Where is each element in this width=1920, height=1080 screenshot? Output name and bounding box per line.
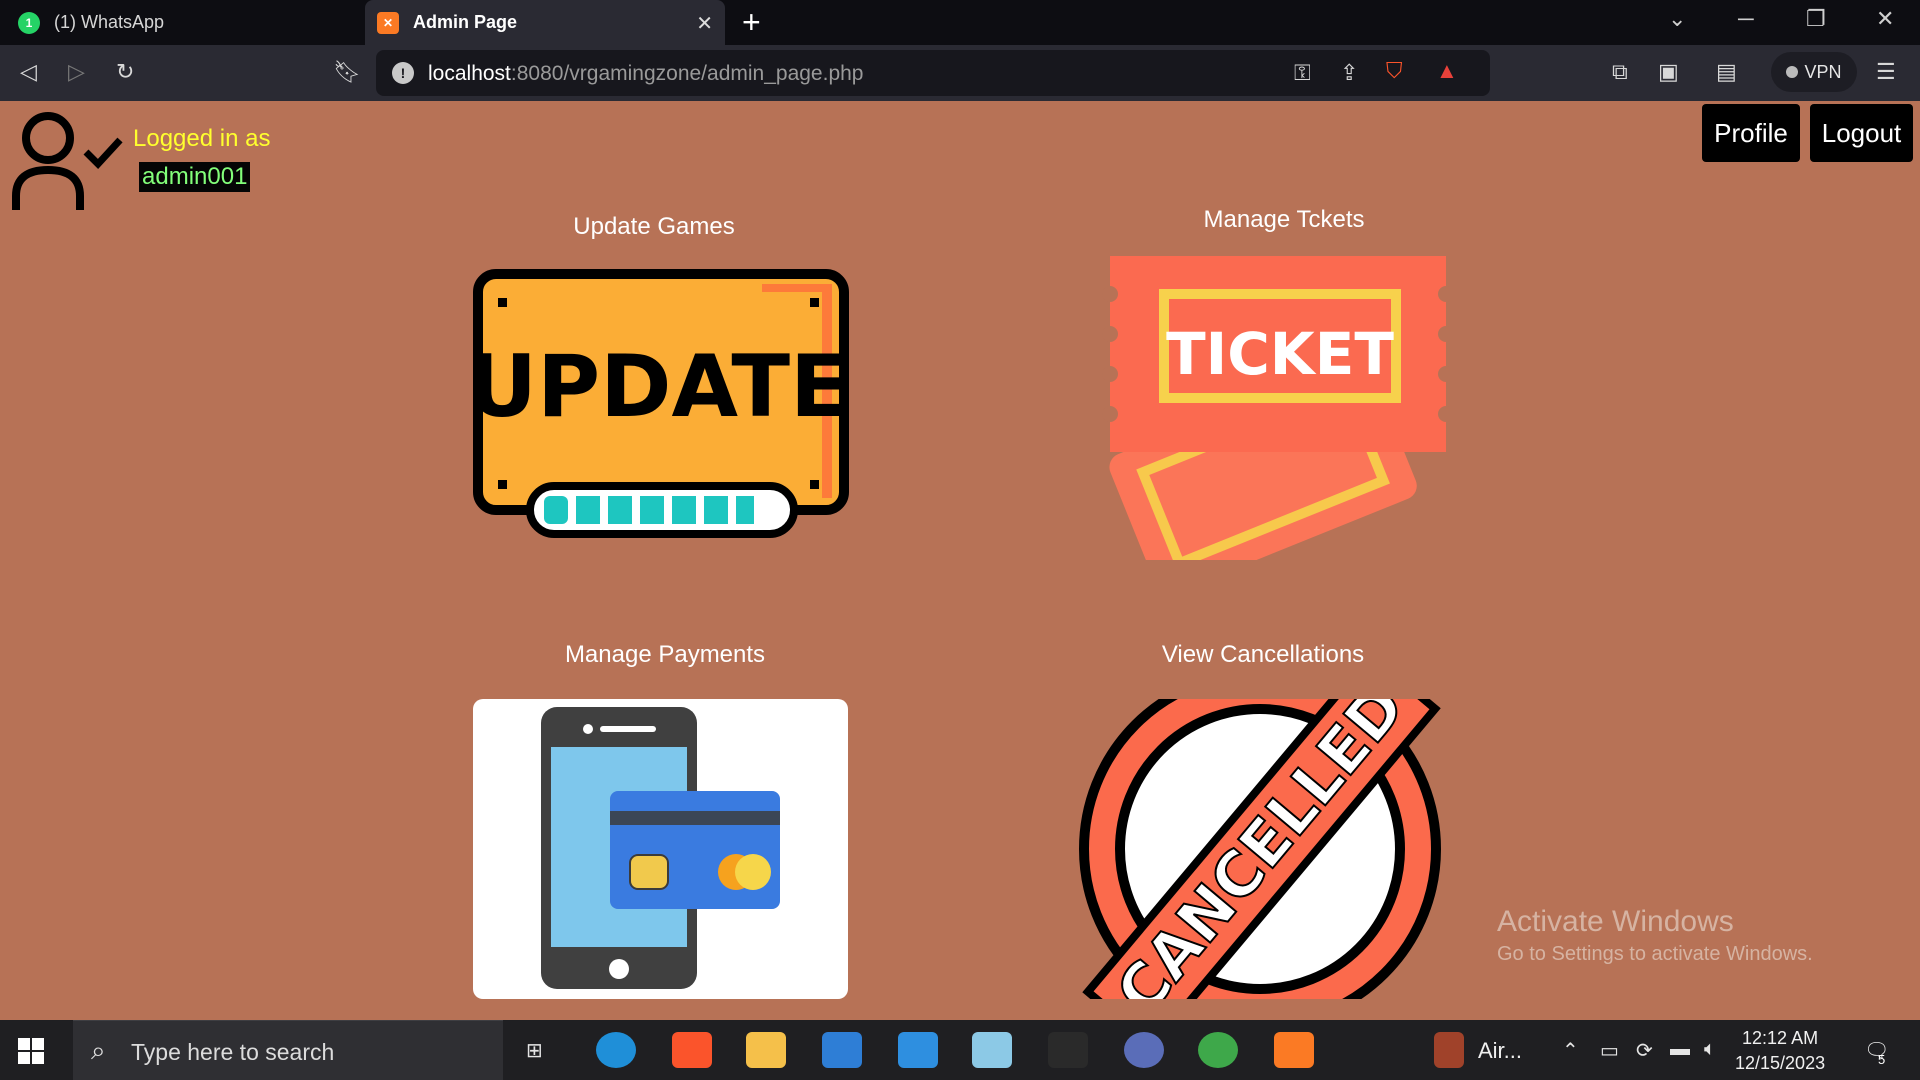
xampp-icon: ✕ xyxy=(377,11,399,34)
manage-tickets-card[interactable]: TICKET xyxy=(1070,254,1454,595)
logged-in-label: Logged in as xyxy=(133,125,271,152)
windows-taskbar: ⌕ Type here to search ⊞ Air... ⌃ ▭ ⟳ ▬ 🔈… xyxy=(0,1020,1920,1080)
notifications-icon[interactable]: 🗨︎ xyxy=(1864,1038,1889,1063)
key-icon[interactable]: ⚿ xyxy=(1294,60,1311,86)
notification-count: 5 xyxy=(1878,1052,1886,1067)
close-tab-icon[interactable]: ✕ xyxy=(696,11,713,36)
brave-shield-icon[interactable]: ⛉ xyxy=(1386,58,1403,84)
sidebar-icon[interactable]: ▣ xyxy=(1658,59,1679,85)
forward-icon[interactable]: ▷ xyxy=(68,59,85,85)
manage-payments-card[interactable] xyxy=(473,699,848,1004)
site-info-icon[interactable]: ! xyxy=(392,62,414,84)
tab-whatsapp[interactable]: 1 (1) WhatsApp xyxy=(0,0,365,45)
profile-button[interactable]: Profile xyxy=(1702,104,1800,162)
mail-icon[interactable] xyxy=(898,1032,938,1068)
windows-start-icon[interactable] xyxy=(18,1038,44,1069)
tab-label: (1) WhatsApp xyxy=(54,12,165,32)
username-badge: admin001 xyxy=(139,162,251,192)
url-text[interactable]: localhost:8080/vrgamingzone/admin_page.p… xyxy=(428,62,863,86)
vpn-button[interactable]: VPN xyxy=(1771,52,1857,92)
taskbar-clock[interactable]: 12:12 AM 12/15/2023 xyxy=(1735,1026,1825,1076)
user-check-icon xyxy=(12,108,124,217)
ticket-image-text: TICKET xyxy=(1166,320,1394,388)
clock-date: 12/15/2023 xyxy=(1735,1053,1826,1073)
logout-button[interactable]: Logout xyxy=(1810,104,1913,162)
sync-icon[interactable]: ⟳ xyxy=(1636,1038,1653,1063)
restore-icon[interactable]: ❐ xyxy=(1806,6,1826,32)
activate-subtitle: Go to Settings to activate Windows. xyxy=(1497,943,1813,965)
tab-search-chevron-icon[interactable]: ⌄ xyxy=(1668,6,1686,32)
edge-icon[interactable] xyxy=(596,1032,636,1068)
activate-windows-watermark: Activate Windows Go to Settings to activ… xyxy=(1497,905,1813,966)
manage-payments-title[interactable]: Manage Payments xyxy=(465,641,865,669)
address-bar[interactable]: ! localhost:8080/vrgamingzone/admin_page… xyxy=(376,50,1490,96)
ryzen-master-icon[interactable] xyxy=(1048,1032,1088,1068)
search-placeholder: Type here to search xyxy=(131,1039,335,1065)
reload-icon[interactable]: ↻ xyxy=(116,59,134,85)
back-icon[interactable]: ◁ xyxy=(20,59,37,85)
activate-title: Activate Windows xyxy=(1497,905,1734,938)
browser-toolbar: ◁ ▷ ↻ 🔖︎ ! localhost:8080/vrgamingzone/a… xyxy=(0,45,1920,101)
network-icon[interactable]: ▬ xyxy=(1670,1038,1690,1061)
volume-icon[interactable]: 🔈︎ xyxy=(1704,1038,1716,1061)
bookmark-icon[interactable]: 🔖︎ xyxy=(333,59,361,85)
view-cancellations-title[interactable]: View Cancellations xyxy=(1063,641,1463,669)
update-image-text: UPDATE xyxy=(472,337,849,437)
minimize-icon[interactable]: ─ xyxy=(1738,6,1754,32)
tab-label: Admin Page xyxy=(413,12,518,32)
running-app-icon[interactable] xyxy=(1434,1032,1464,1068)
update-games-title[interactable]: Update Games xyxy=(454,213,854,241)
file-explorer-icon[interactable] xyxy=(746,1032,786,1068)
clock-time: 12:12 AM xyxy=(1742,1028,1819,1048)
share-icon[interactable]: ⇪ xyxy=(1340,60,1358,86)
menu-icon[interactable]: ☰ xyxy=(1876,59,1896,85)
ms-store-icon[interactable] xyxy=(822,1032,862,1068)
chrome-icon[interactable] xyxy=(1198,1032,1238,1068)
brave-rewards-icon[interactable]: ▲ xyxy=(1436,58,1458,84)
update-games-card[interactable]: UPDATE xyxy=(467,268,852,549)
xampp-taskbar-icon[interactable] xyxy=(1274,1032,1314,1068)
brave-icon[interactable] xyxy=(672,1032,712,1068)
browser-tab-strip: 1 (1) WhatsApp ✕ Admin Page ✕ + ⌄ ─ ❐ ✕ xyxy=(0,0,1920,45)
taskbar-search[interactable]: ⌕ Type here to search xyxy=(73,1020,503,1080)
tor-browser-icon[interactable] xyxy=(1124,1032,1164,1068)
manage-tickets-title[interactable]: Manage Tckets xyxy=(1084,206,1484,234)
new-tab-button[interactable]: + xyxy=(742,6,761,38)
search-icon: ⌕ xyxy=(91,1035,106,1065)
vpn-label: VPN xyxy=(1804,61,1842,82)
whatsapp-icon: 1 xyxy=(18,11,40,34)
tab-admin-page[interactable]: ✕ Admin Page ✕ xyxy=(365,0,725,45)
extensions-icon[interactable]: ⧉ xyxy=(1612,59,1628,85)
wallet-icon[interactable]: ▤ xyxy=(1716,59,1737,85)
close-window-icon[interactable]: ✕ xyxy=(1876,6,1894,32)
running-app-label[interactable]: Air... xyxy=(1478,1038,1522,1064)
notes-app-icon[interactable] xyxy=(972,1032,1012,1068)
tray-chevron-icon[interactable]: ⌃ xyxy=(1562,1038,1579,1063)
meet-icon[interactable]: ▭ xyxy=(1600,1038,1619,1063)
view-cancellations-card[interactable]: CANCELLED xyxy=(1070,699,1450,1004)
vpn-status-icon xyxy=(1786,66,1799,78)
task-view-icon[interactable]: ⊞ xyxy=(526,1038,543,1063)
